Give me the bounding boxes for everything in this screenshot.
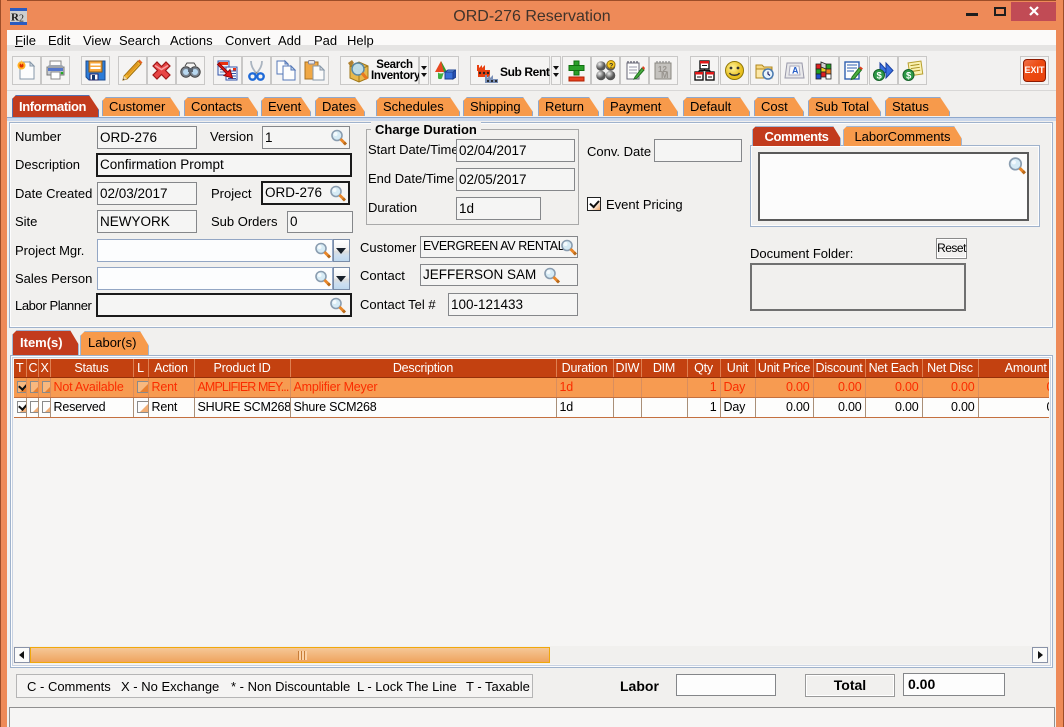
svg-text:$: $: [877, 71, 883, 82]
svg-text:$: $: [906, 71, 912, 82]
svg-text:?: ?: [609, 63, 613, 70]
svg-text:M: M: [661, 70, 669, 80]
svg-text:A: A: [792, 66, 799, 76]
